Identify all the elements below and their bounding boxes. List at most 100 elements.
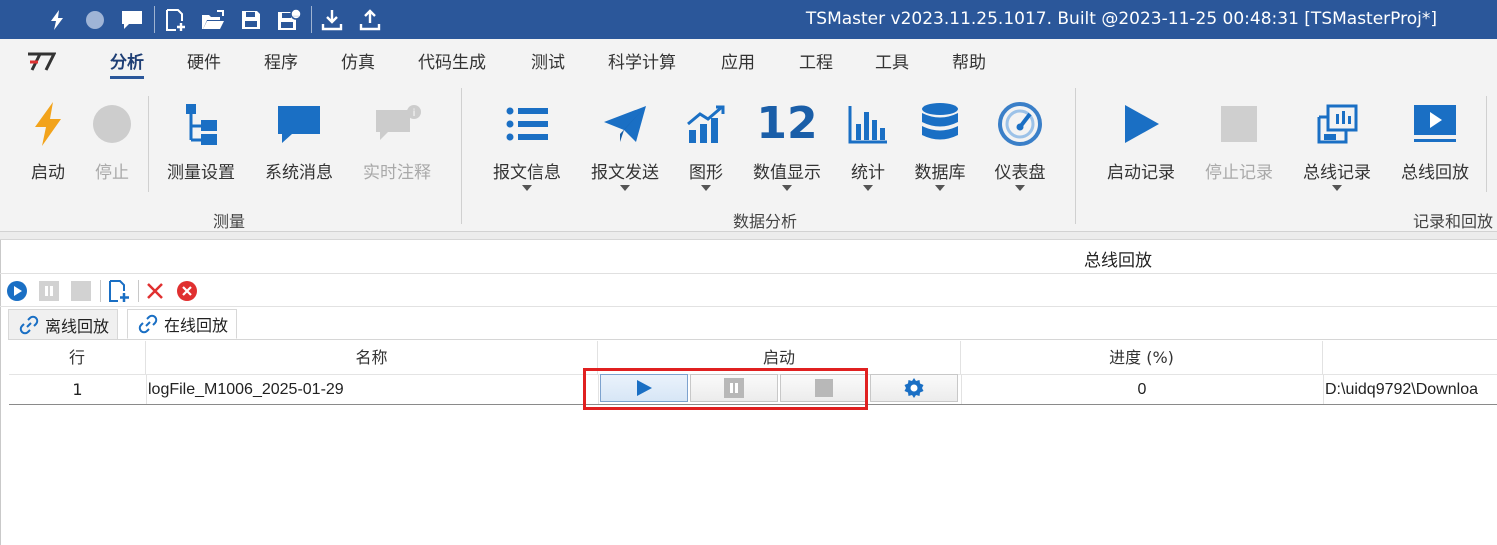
dropdown-arrow-icon <box>935 185 945 191</box>
group-label-measure: 测量 <box>213 212 246 231</box>
column-divider <box>1323 375 1324 404</box>
add-file-button[interactable] <box>108 280 130 302</box>
gear-icon <box>904 378 924 398</box>
highlight-box <box>583 368 868 410</box>
play-all-button[interactable] <box>6 280 28 302</box>
menu-tab-analysis[interactable]: 分析 <box>110 49 144 79</box>
database-icon <box>922 103 958 140</box>
menu-tab-program[interactable]: 程序 <box>264 49 298 79</box>
menu-tab-test[interactable]: 测试 <box>531 49 565 79</box>
graphics-button[interactable]: 图形 <box>686 96 726 196</box>
pause-all-button[interactable] <box>38 280 60 302</box>
app-logo-icon[interactable] <box>26 50 57 78</box>
window-title: TSMaster v2023.11.25.1017. Built @2023-1… <box>805 9 1437 29</box>
open-folder-icon[interactable] <box>199 0 227 39</box>
menu-tab-simulation[interactable]: 仿真 <box>341 49 375 79</box>
ribbon-separator <box>461 88 462 224</box>
bolt-icon <box>35 102 61 146</box>
toolbar-separator <box>138 280 139 302</box>
cell-progress: 0 <box>1137 381 1147 398</box>
menu-tab-tools[interactable]: 工具 <box>875 49 909 79</box>
menu-tab-hardware[interactable]: 硬件 <box>187 49 221 79</box>
bolt-icon[interactable] <box>44 0 70 39</box>
dropdown-arrow-icon <box>522 185 532 191</box>
group-label-analysis: 数据分析 <box>733 212 798 231</box>
tree-structure-icon <box>186 104 217 145</box>
menu-tab-application[interactable]: 应用 <box>721 49 755 79</box>
database-button[interactable]: 数据库 <box>915 96 966 196</box>
menu-tab-codegen[interactable]: 代码生成 <box>418 49 486 79</box>
column-header-row[interactable]: 行 <box>9 341 146 374</box>
save-icon[interactable] <box>238 0 264 39</box>
dropdown-arrow-icon <box>620 185 630 191</box>
new-file-icon[interactable] <box>163 0 189 39</box>
stop-icon <box>1221 106 1257 142</box>
add-file-icon <box>109 280 129 302</box>
system-message-button[interactable]: 系统消息 <box>265 96 333 196</box>
pause-icon <box>39 281 59 301</box>
close-icon <box>147 283 163 299</box>
cell-row-number: 1 <box>72 380 83 399</box>
stop-circle-icon <box>93 105 131 143</box>
message-send-button[interactable]: 报文发送 <box>591 96 659 196</box>
message-icon[interactable] <box>118 0 146 39</box>
cell-file-path[interactable]: D:\uidq9792\Downloa <box>1325 375 1497 404</box>
start-record-button[interactable]: 启动记录 <box>1107 96 1175 196</box>
export-icon[interactable] <box>356 0 384 39</box>
svg-text:…: … <box>293 11 299 18</box>
tab-online-replay[interactable]: 在线回放 <box>127 309 238 339</box>
stop-icon <box>71 281 91 301</box>
link-icon <box>138 314 158 334</box>
column-header-path[interactable] <box>1323 341 1497 374</box>
ribbon-separator <box>148 96 149 192</box>
stop-button[interactable]: 停止 <box>88 96 136 196</box>
bus-record-button[interactable]: 总线记录 <box>1303 96 1371 196</box>
record-dot-icon[interactable] <box>82 0 108 39</box>
row-settings-button[interactable] <box>870 374 958 402</box>
start-button[interactable]: 启动 <box>22 96 74 196</box>
separator <box>154 6 155 33</box>
stop-record-button[interactable]: 停止记录 <box>1205 96 1273 196</box>
dropdown-arrow-icon <box>782 185 792 191</box>
panel-title: 总线回放 <box>1084 251 1152 271</box>
measure-setup-button[interactable]: 测量设置 <box>167 96 235 196</box>
dropdown-arrow-icon <box>701 185 711 191</box>
stop-all-button[interactable] <box>70 280 92 302</box>
close-circle-icon <box>177 281 197 301</box>
column-header-name[interactable]: 名称 <box>146 341 598 374</box>
graph-icon <box>687 105 725 143</box>
numeric-display-icon: 12 <box>756 98 818 149</box>
ribbon-separator <box>1486 96 1487 192</box>
bus-replay-button[interactable]: 总线回放 <box>1401 96 1469 196</box>
comment-info-icon: i <box>376 105 421 140</box>
menu-tab-help[interactable]: 帮助 <box>952 49 986 79</box>
menu-tab-scientific[interactable]: 科学计算 <box>608 49 676 79</box>
dashboard-button[interactable]: 仪表盘 <box>994 96 1046 196</box>
paper-plane-icon <box>604 106 646 142</box>
menu-tab-project[interactable]: 工程 <box>799 49 833 79</box>
realtime-comment-button[interactable]: i 实时注释 <box>363 96 431 196</box>
tab-offline-replay[interactable]: 离线回放 <box>8 309 119 339</box>
list-icon <box>506 107 548 141</box>
video-replay-icon <box>1414 105 1456 142</box>
message-info-button[interactable]: 报文信息 <box>493 96 561 196</box>
column-divider <box>146 375 147 404</box>
statistics-button[interactable]: 统计 <box>846 96 890 196</box>
delete-button[interactable] <box>144 280 166 302</box>
dropdown-arrow-icon <box>863 185 873 191</box>
delete-all-button[interactable] <box>176 280 198 302</box>
dropdown-arrow-icon <box>1015 185 1025 191</box>
save-as-icon[interactable]: … <box>275 0 303 39</box>
cell-file-name[interactable]: logFile_M1006_2025-01-29 <box>148 375 588 404</box>
tab-divider <box>8 339 1497 340</box>
import-icon[interactable] <box>318 0 346 39</box>
dropdown-arrow-icon <box>1332 185 1342 191</box>
play-circle-icon <box>7 281 27 301</box>
value-display-button[interactable]: 12 数值显示 <box>753 96 821 196</box>
title-bar: … TSMaster v2023.11.25.1017. Built @2023… <box>0 0 1497 39</box>
group-label-record: 记录和回放 <box>1413 212 1494 231</box>
ribbon-separator <box>1075 88 1076 224</box>
panel-header: 总线回放 <box>0 240 1497 274</box>
column-header-progress[interactable]: 进度 (%) <box>961 341 1323 374</box>
bus-record-icon <box>1317 104 1358 144</box>
